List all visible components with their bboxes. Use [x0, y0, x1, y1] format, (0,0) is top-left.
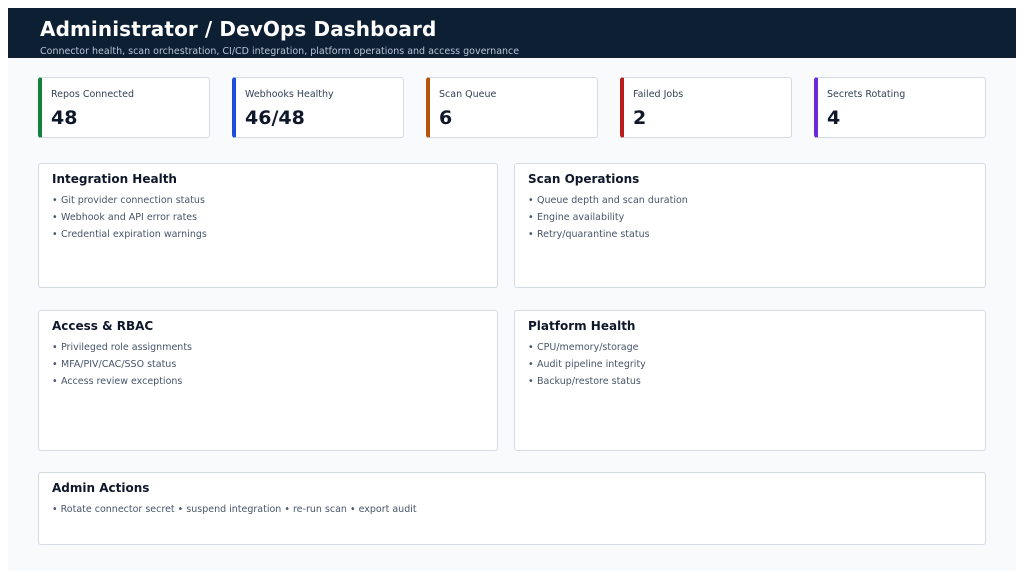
panel-platform-health: Platform Health • CPU/memory/storage • Aud…: [514, 310, 986, 451]
panel-access-rbac: Access & RBAC • Privileged role assignmen…: [38, 310, 498, 451]
list-item: • Retry/quarantine status: [528, 229, 650, 240]
kpi-card-scan-queue: Scan Queue 6: [426, 77, 598, 138]
kpi-value: 6: [439, 107, 453, 129]
panel-title: Access & RBAC: [52, 319, 154, 333]
admin-actions-list: • Rotate connector secret • suspend inte…: [52, 504, 417, 515]
kpi-label: Failed Jobs: [633, 89, 684, 100]
panel-list: • CPU/memory/storage • Audit pipeline inte…: [528, 342, 646, 393]
list-item: • Engine availability: [528, 212, 625, 223]
kpi-label: Scan Queue: [439, 89, 497, 100]
list-item: • Audit pipeline integrity: [528, 359, 646, 370]
panel-list: • Git provider connection status • Webhook…: [52, 195, 207, 246]
dashboard-header: Administrator / DevOps Dashboard Connect…: [8, 8, 1016, 58]
list-item: • MFA/PIV/CAC/SSO status: [52, 359, 177, 370]
list-item: • Backup/restore status: [528, 376, 641, 387]
kpi-label: Repos Connected: [51, 89, 134, 100]
list-item: • Queue depth and scan duration: [528, 195, 688, 206]
panel-title: Admin Actions: [52, 481, 150, 495]
kpi-card-repos-connected: Repos Connected 48: [38, 77, 210, 138]
panel-integration-health: Integration Health • Git provider connect…: [38, 163, 498, 288]
list-item: • Git provider connection status: [52, 195, 205, 206]
kpi-card-webhooks-healthy: Webhooks Healthy 46/48: [232, 77, 404, 138]
panel-admin-actions: Admin Actions • Rotate connector secret …: [38, 472, 986, 545]
page-title: Administrator / DevOps Dashboard: [40, 17, 437, 41]
kpi-value: 48: [51, 107, 78, 129]
kpi-label: Webhooks Healthy: [245, 89, 334, 100]
panel-scan-operations: Scan Operations • Queue depth and scan du…: [514, 163, 986, 288]
kpi-value: 2: [633, 107, 647, 129]
list-item: • Credential expiration warnings: [52, 229, 207, 240]
kpi-label: Secrets Rotating: [827, 89, 906, 100]
list-item: • CPU/memory/storage: [528, 342, 639, 353]
panel-title: Scan Operations: [528, 172, 640, 186]
kpi-value: 46/48: [245, 107, 305, 129]
panel-list: • Queue depth and scan duration • Engine a…: [528, 195, 688, 246]
panel-title: Platform Health: [528, 319, 636, 333]
page-subtitle: Connector health, scan orchestration, CI…: [40, 46, 520, 57]
panel-list: • Privileged role assignments • MFA/PIV/CA…: [52, 342, 192, 393]
list-item: • Webhook and API error rates: [52, 212, 198, 223]
list-item: • Access review exceptions: [52, 376, 183, 387]
list-item: • Privileged role assignments: [52, 342, 192, 353]
kpi-card-failed-jobs: Failed Jobs 2: [620, 77, 792, 138]
kpi-card-secrets-rotating: Secrets Rotating 4: [814, 77, 986, 138]
kpi-value: 4: [827, 107, 841, 129]
dashboard-frame: Administrator / DevOps Dashboard Connect…: [8, 8, 1016, 571]
panel-title: Integration Health: [52, 172, 177, 186]
